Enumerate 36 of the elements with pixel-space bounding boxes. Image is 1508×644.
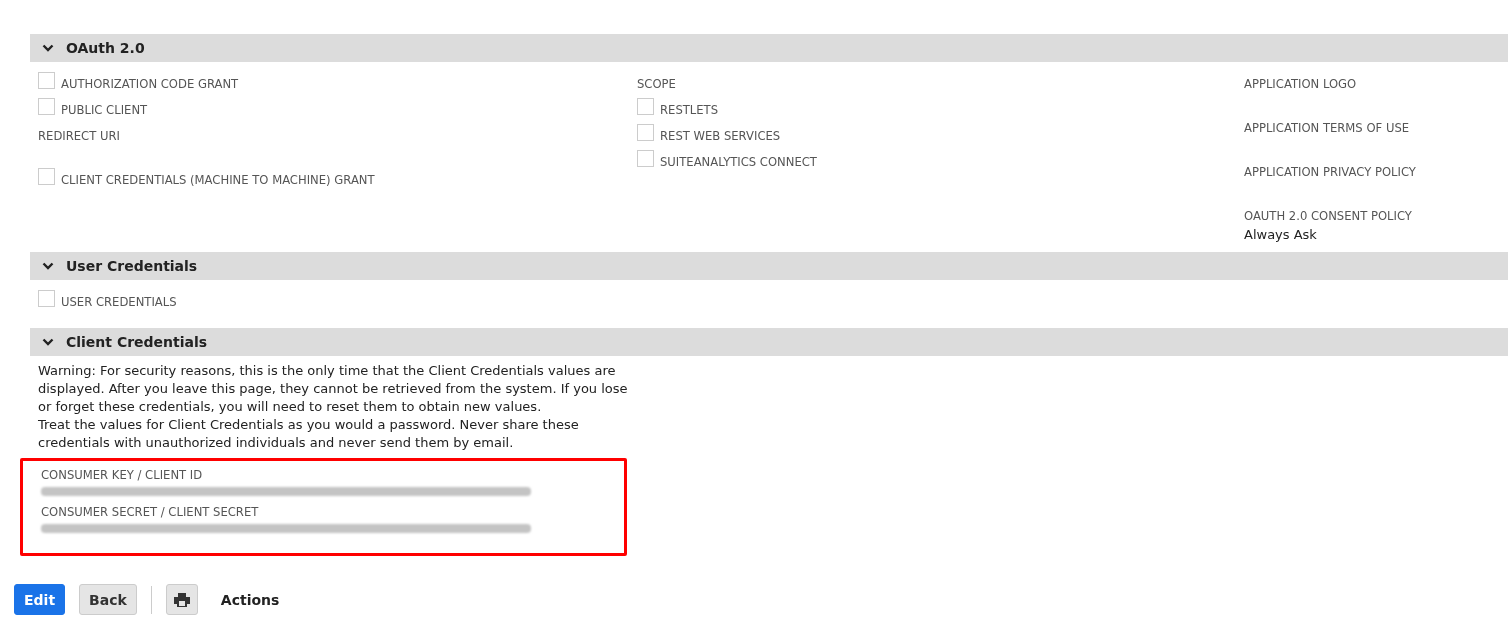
checkbox-label: USER CREDENTIALS: [61, 294, 177, 311]
checkbox[interactable]: [637, 124, 654, 141]
warning-text: Treat the values for Client Credentials as you would a password. Never share these credentials with unauthorized individuals and never send them by email.: [38, 416, 580, 452]
section-title: User Credentials: [66, 258, 198, 274]
checkbox[interactable]: [38, 72, 55, 89]
field-label: OAUTH 2.0 CONSENT POLICY: [1244, 208, 1413, 225]
field-label: CONSUMER KEY / CLIENT ID: [41, 467, 204, 484]
edit-button[interactable]: Edit: [14, 584, 66, 615]
checkbox[interactable]: [637, 98, 654, 115]
checkbox-label: AUTHORIZATION CODE GRANT: [61, 76, 239, 93]
section-title: OAuth 2.0: [66, 40, 145, 56]
print-icon: [172, 591, 191, 608]
checkbox-label: PUBLIC CLIENT: [61, 102, 148, 119]
field-label: APPLICATION LOGO: [1244, 76, 1358, 93]
field-label: REDIRECT URI: [38, 128, 121, 145]
back-button[interactable]: Back: [79, 584, 137, 615]
warning-text: Warning: For security reasons, this is the only time that the Client Credentials values are displayed. After you leave this page, they cannot be retrieved from the system. If you lose or forget these credentials, you will need to reset them to obtain new values.: [38, 362, 629, 416]
checkbox-label: RESTLETS: [660, 102, 719, 119]
print-button[interactable]: [165, 584, 198, 615]
actions-button[interactable]: Actions: [211, 584, 289, 615]
checkbox-label: CLIENT CREDENTIALS (MACHINE TO MACHINE) GRANT: [61, 172, 375, 189]
checkbox[interactable]: [38, 98, 55, 115]
field-label: SCOPE: [637, 76, 676, 93]
field-label: APPLICATION PRIVACY POLICY: [1244, 164, 1417, 181]
checkbox[interactable]: [637, 150, 654, 167]
section-header[interactable]: OAuth 2.0: [30, 34, 1508, 62]
checkbox-label: SUITEANALYTICS CONNECT: [660, 154, 817, 171]
checkbox[interactable]: [38, 168, 55, 185]
section-header[interactable]: User Credentials: [30, 252, 1508, 280]
checkbox[interactable]: [38, 290, 55, 307]
section-title: Client Credentials: [66, 334, 208, 350]
section-header[interactable]: Client Credentials: [30, 328, 1508, 356]
checkbox-label: REST WEB SERVICES: [660, 128, 781, 145]
field-value: Always Ask: [1244, 226, 1318, 243]
field-label: CONSUMER SECRET / CLIENT SECRET: [41, 504, 260, 521]
field-label: APPLICATION TERMS OF USE: [1244, 120, 1411, 137]
